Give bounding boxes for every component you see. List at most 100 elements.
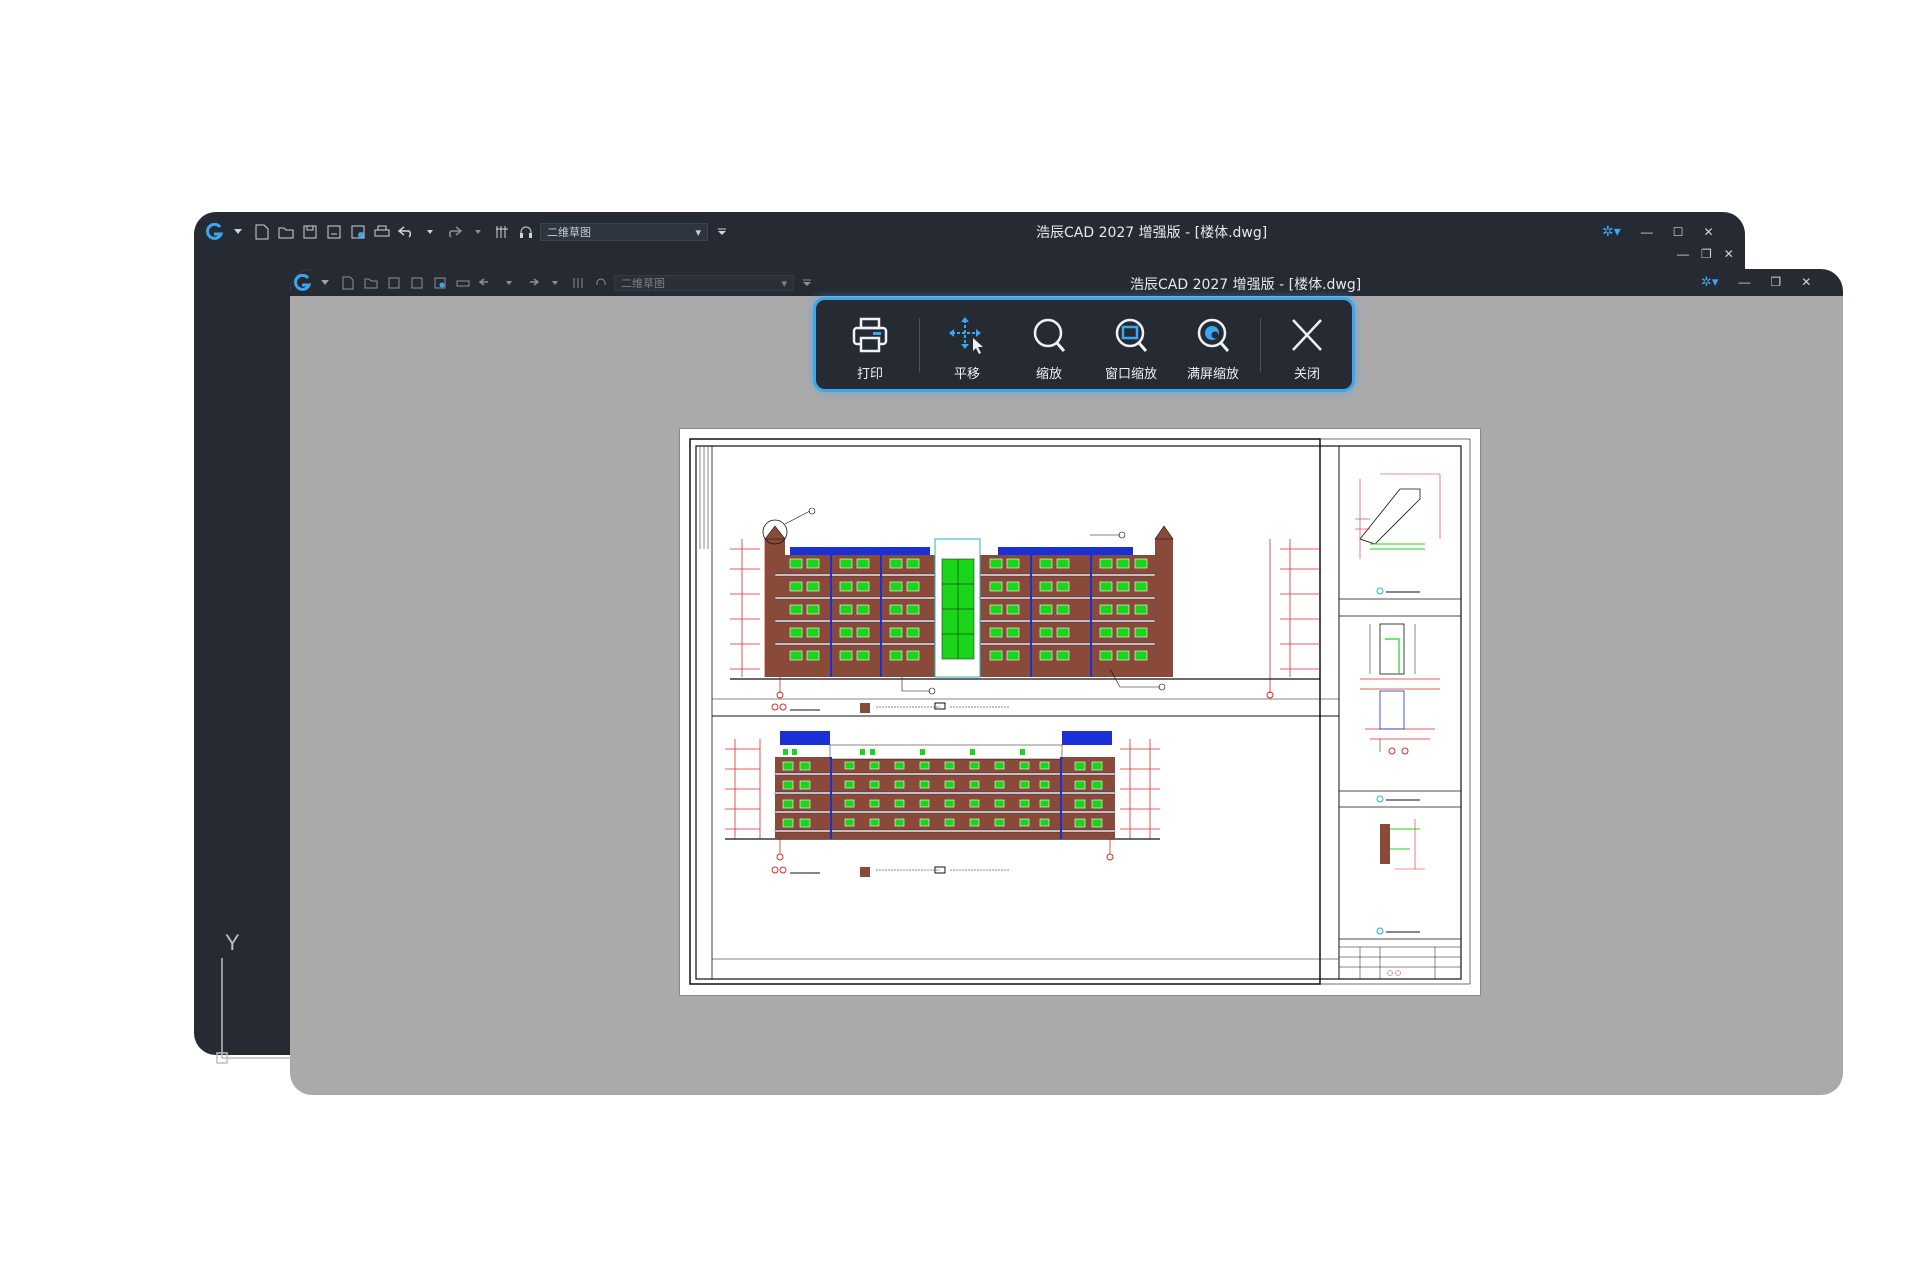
elevation-window [994,818,1005,827]
chevron-down-icon[interactable] [315,273,335,293]
zoom-button[interactable]: 缩放 [1009,316,1089,382]
zoom-extents-button[interactable]: 满屏缩放 [1173,316,1253,382]
save-icon[interactable] [384,273,404,293]
elevation-window [1099,558,1113,569]
redo-icon[interactable] [522,273,542,293]
elevation-window [844,780,855,789]
save-icon[interactable] [300,222,320,242]
elevation-window [1116,558,1130,569]
undo-icon[interactable] [396,222,416,242]
elevation-window [989,581,1003,592]
elevation-window [994,761,1005,770]
elevation-window [1134,604,1148,615]
save-all-icon[interactable] [348,222,368,242]
doc-restore-icon[interactable]: ❐ [1701,247,1712,261]
close-button[interactable]: 关闭 [1267,316,1347,382]
open-folder-icon[interactable] [361,273,381,293]
customize-toolbar-icon[interactable] [797,273,817,293]
elevation-window [789,558,803,569]
elevation-window [889,604,903,615]
elevation-window [969,761,980,770]
elevation-window [856,604,870,615]
save-all-icon[interactable] [430,273,450,293]
window-title: 浩辰CAD 2027 增强版 - [楼体.dwg] [1130,277,1362,293]
app-logo-icon[interactable] [204,222,224,242]
elevation-window [1019,761,1030,770]
workspace-select-value: 二维草图 [621,277,665,290]
headset-icon[interactable] [516,222,536,242]
workspace-select[interactable]: 二维草图 ▾ [614,275,794,291]
elevation-window [906,558,920,569]
elevation-window [919,780,930,789]
elevation-window [1099,604,1113,615]
workspace-select[interactable]: 二维草图 ▾ [540,223,708,241]
assistant-icon[interactable]: ✲▾ [1602,223,1621,240]
properties-icon[interactable] [492,222,512,242]
new-file-icon[interactable] [252,222,272,242]
elevation-window [1039,761,1050,770]
headset-icon[interactable] [591,273,611,293]
elevation-window [919,761,930,770]
elevation-window [906,581,920,592]
app-logo-icon[interactable] [292,273,312,293]
zoom-window-button[interactable]: 窗口缩放 [1091,316,1171,382]
elevation-window [1116,604,1130,615]
customize-toolbar-icon[interactable] [712,222,732,242]
print-button[interactable]: 打印 [830,316,910,382]
elevation-window [989,650,1003,661]
chevron-down-icon[interactable] [228,222,248,242]
properties-icon[interactable] [568,273,588,293]
undo-dropdown-icon[interactable] [420,222,440,242]
elevation-window [1099,581,1113,592]
zoom-window-label: 窗口缩放 [1104,367,1157,382]
doc-minimize-icon[interactable]: — [1677,247,1689,261]
print-icon[interactable] [372,222,392,242]
elevation-window [869,818,880,827]
elevation-window [989,604,1003,615]
elevation-window [1039,799,1050,808]
open-folder-icon[interactable] [276,222,296,242]
close-window-icon[interactable]: ✕ [1704,225,1714,239]
print-icon[interactable] [453,273,473,293]
elevation-window [889,581,903,592]
elevation-window [839,558,853,569]
elevation-window [1091,799,1103,809]
doc-close-icon[interactable]: ✕ [1724,247,1734,261]
undo-icon[interactable] [476,273,496,293]
elevation-window [844,799,855,808]
maximize-icon[interactable]: ☐ [1673,225,1684,239]
elevation-window [782,761,794,771]
elevation-window [839,627,853,638]
minimize-icon[interactable]: — [1641,225,1653,239]
elevation-window [969,799,980,808]
redo-dropdown-icon[interactable] [468,222,488,242]
toolbar-separator [1260,318,1261,372]
elevation-window [844,818,855,827]
restore-icon[interactable]: ❐ [1770,275,1781,289]
redo-dropdown-icon[interactable] [545,273,565,293]
assistant-icon[interactable]: ✲▾ [1701,274,1718,290]
toolbar-separator [919,318,920,372]
elevation-window [1056,627,1070,638]
save-as-icon[interactable] [324,222,344,242]
pan-button[interactable]: 平移 [927,316,1007,382]
drawing-sheet-preview[interactable] [680,429,1480,995]
minimize-icon[interactable]: — [1738,275,1750,289]
redo-icon[interactable] [444,222,464,242]
elevation-window [1006,558,1020,569]
elevation-window [1056,650,1070,661]
close-icon [1292,319,1322,351]
elevation-window [1134,558,1148,569]
elevation-window [1099,627,1113,638]
elevation-window [889,650,903,661]
undo-dropdown-icon[interactable] [499,273,519,293]
close-window-icon[interactable]: ✕ [1801,275,1811,289]
new-file-icon[interactable] [338,273,358,293]
elevation-window [1074,780,1086,790]
save-as-icon[interactable] [407,273,427,293]
elevation-window [782,818,794,828]
rear-elevation [725,731,1160,877]
elevation-window [1039,627,1053,638]
building-elevation-drawing [689,438,1471,985]
elevation-window [1056,558,1070,569]
